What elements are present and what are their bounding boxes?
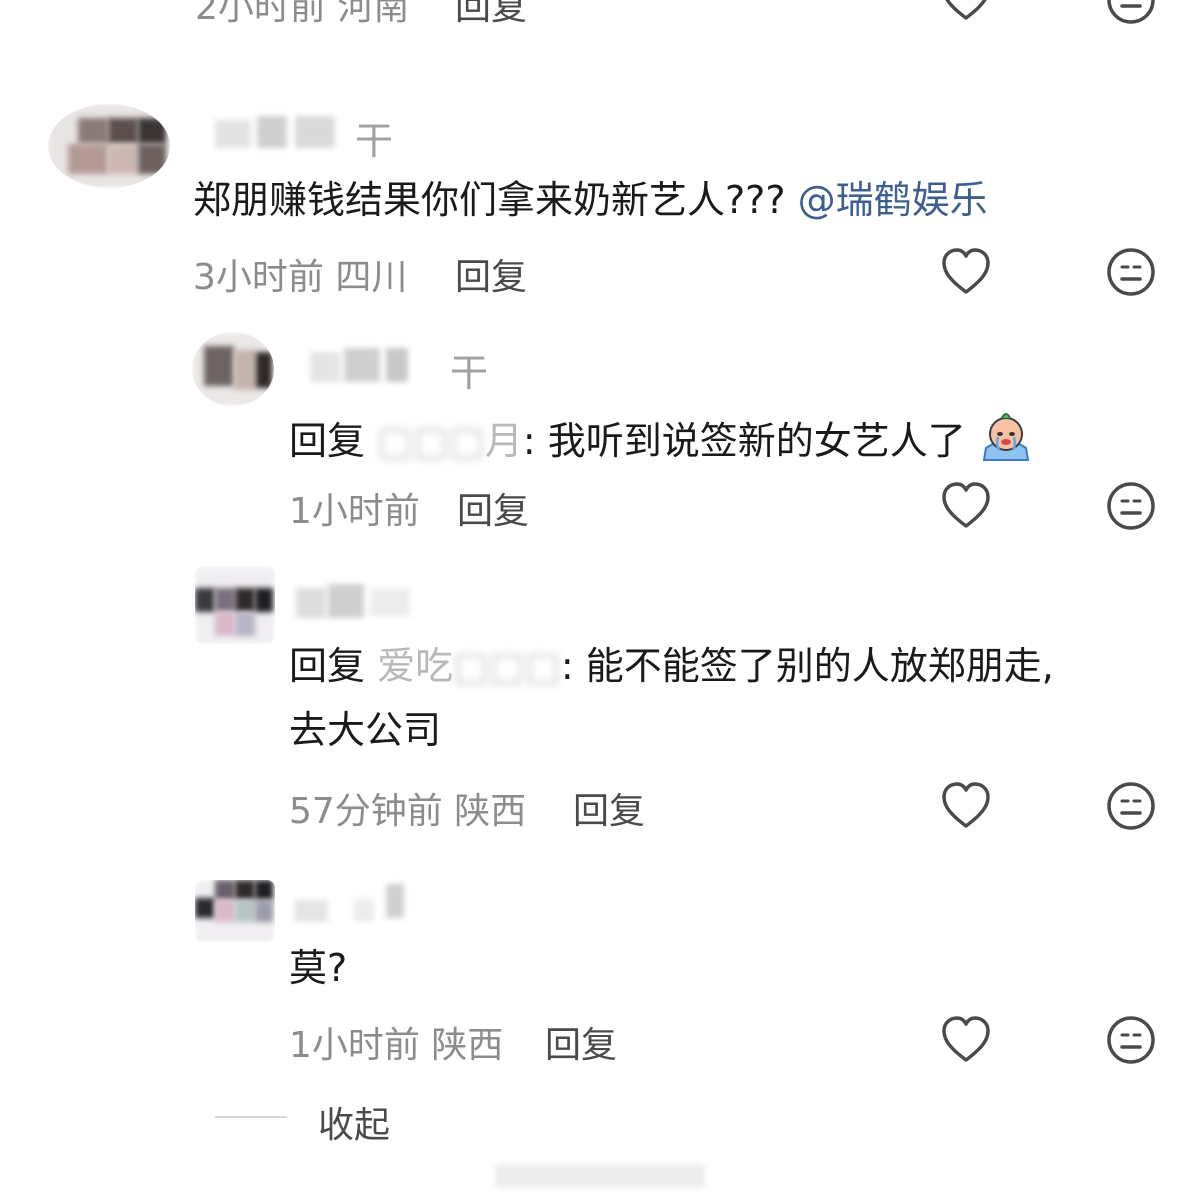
heart-outline-icon[interactable] xyxy=(940,780,992,832)
comment-meta: 57分钟前 陕西 xyxy=(289,791,527,832)
comment-meta: 1小时前 xyxy=(289,491,420,532)
reply-button[interactable]: 回复 xyxy=(545,1016,617,1068)
heart-outline-icon[interactable] xyxy=(940,1014,992,1066)
avatar[interactable] xyxy=(48,104,170,188)
avatar[interactable] xyxy=(192,332,274,406)
username-visible-part: 干 xyxy=(450,351,489,395)
avatar[interactable] xyxy=(195,880,275,942)
reply-button[interactable]: 回复 xyxy=(573,782,645,834)
comment-text: 郑朋赚钱结果你们拿来奶新艺人??? @瑞鹤娱乐 xyxy=(193,178,988,222)
reply-button[interactable]: 回复 xyxy=(455,248,527,300)
comment-meta: 1小时前 陕西 xyxy=(289,1025,504,1066)
avatar[interactable] xyxy=(195,566,275,644)
neutral-face-icon[interactable] xyxy=(1105,1014,1157,1066)
collapse-divider xyxy=(215,1116,287,1118)
crying-emoji-icon xyxy=(982,413,1030,461)
heart-outline-icon[interactable] xyxy=(940,246,992,298)
neutral-face-icon[interactable] xyxy=(1105,0,1157,26)
top-comment-meta: 2小时前 河南 xyxy=(195,0,410,28)
comment-meta: 3小时前 四川 xyxy=(193,257,408,298)
top-comment-reply-button[interactable]: 回复 xyxy=(455,0,527,30)
watermark xyxy=(495,1158,705,1194)
reply-target-name[interactable]: 爱吃□□□ xyxy=(377,644,561,688)
username-visible-part: 干 xyxy=(355,119,394,163)
username[interactable] xyxy=(290,580,430,624)
heart-outline-icon[interactable] xyxy=(940,0,992,24)
reply-text-continued: 去大公司 xyxy=(289,708,442,752)
reply-text: 回复 爱吃□□□: 能不能签了别的人放郑朋走, xyxy=(289,644,1054,688)
username[interactable]: 干 xyxy=(195,112,405,163)
reply-target-name[interactable]: □□□月 xyxy=(377,419,523,463)
neutral-face-icon[interactable] xyxy=(1105,246,1157,298)
neutral-face-icon[interactable] xyxy=(1105,780,1157,832)
username[interactable] xyxy=(290,884,430,924)
neutral-face-icon[interactable] xyxy=(1105,480,1157,532)
reply-button[interactable]: 回复 xyxy=(457,482,529,534)
collapse-button[interactable]: 收起 xyxy=(318,1096,390,1148)
reply-text: 莫? xyxy=(289,946,348,990)
heart-outline-icon[interactable] xyxy=(940,480,992,532)
mention-link[interactable]: @瑞鹤娱乐 xyxy=(798,178,988,222)
username[interactable]: 干 xyxy=(290,344,500,395)
reply-text: 回复 □□□月: 我听到说签新的女艺人了 xyxy=(289,408,1034,466)
